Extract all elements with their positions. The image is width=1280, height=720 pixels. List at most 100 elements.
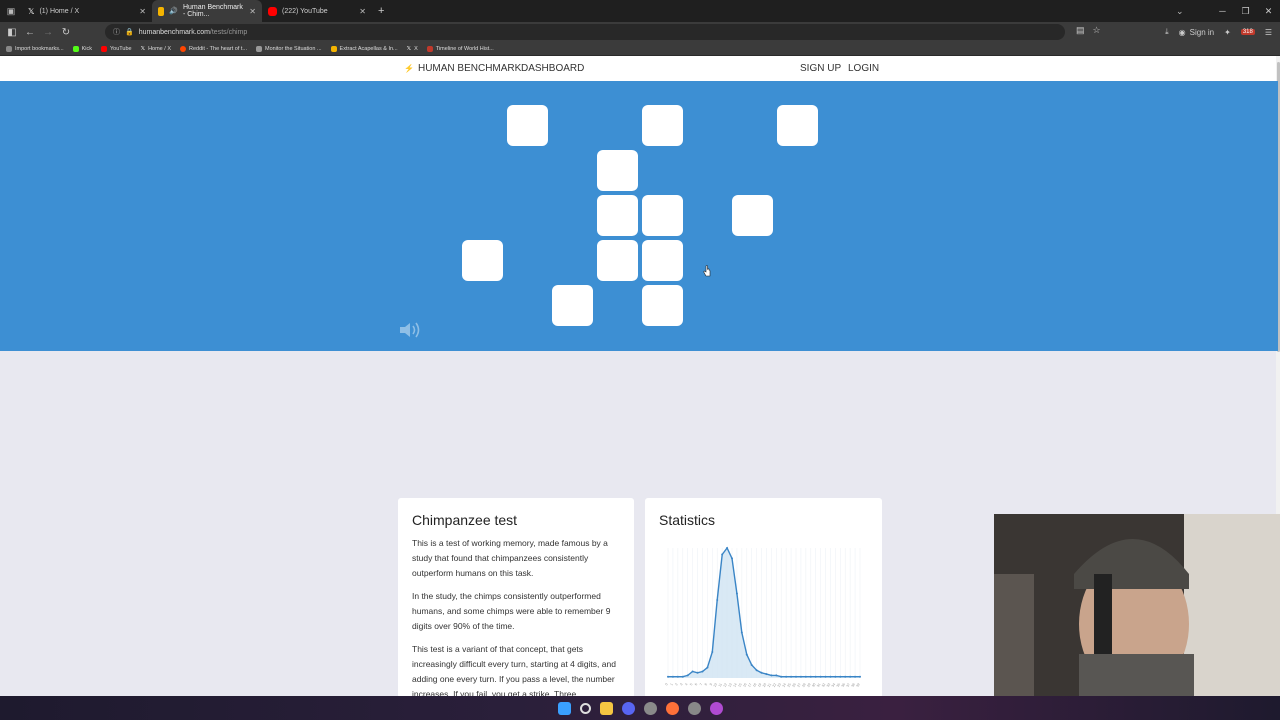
menu-icon[interactable]: ☰ <box>1265 28 1272 37</box>
data-point <box>686 674 689 677</box>
forward-icon[interactable]: → <box>39 27 57 38</box>
tab-list-chevron-icon[interactable]: ⌄ <box>1176 0 1184 22</box>
audio-icon[interactable]: 🔊 <box>169 7 178 15</box>
firefox-icon[interactable] <box>665 701 679 715</box>
tab-human-benchmark[interactable]: 🔊 Human Benchmark - Chim... ✕ <box>152 0 262 22</box>
data-point <box>814 675 817 678</box>
memory-tile[interactable] <box>552 285 593 326</box>
search-icon[interactable] <box>579 702 591 714</box>
settings-icon[interactable] <box>643 701 657 715</box>
chrome-icon[interactable] <box>687 701 701 715</box>
new-tab-button[interactable]: + <box>378 5 384 17</box>
close-window-icon[interactable]: ✕ <box>1257 0 1280 22</box>
close-icon[interactable]: ✕ <box>249 7 256 16</box>
bookmark-x[interactable]: 𝕏 X <box>407 46 418 52</box>
bookmark-label: Kick <box>81 45 92 52</box>
data-point <box>681 675 684 678</box>
bookmark-label: Reddit - The heart of t... <box>189 45 247 52</box>
close-icon[interactable]: ✕ <box>359 7 366 16</box>
data-point <box>859 675 861 678</box>
youtube-icon <box>268 6 277 16</box>
data-point <box>745 653 748 656</box>
data-point <box>849 675 852 678</box>
data-point <box>844 675 847 678</box>
tab-actions-icon[interactable]: ▣ <box>0 6 22 17</box>
back-icon[interactable]: ← <box>21 27 39 38</box>
memory-tile[interactable] <box>597 150 638 191</box>
windows-start-icon[interactable] <box>557 701 571 715</box>
site-info-icon[interactable]: ⓘ <box>113 27 120 37</box>
memory-tile[interactable] <box>462 240 503 281</box>
lightning-icon: ⚡ <box>404 64 414 73</box>
discord-icon[interactable] <box>621 701 635 715</box>
login-link[interactable]: LOGIN <box>848 63 879 74</box>
brand-link[interactable]: ⚡ HUMAN BENCHMARK <box>404 63 521 74</box>
dashboard-link[interactable]: DASHBOARD <box>521 63 584 74</box>
download-icon[interactable]: ⤓ <box>1165 27 1169 37</box>
sign-in-button[interactable]: Sign in <box>1190 28 1214 37</box>
close-icon[interactable]: ✕ <box>139 7 146 16</box>
site-header: ⚡ HUMAN BENCHMARK DASHBOARD SIGN UP LOGI… <box>0 56 1280 81</box>
obs-icon[interactable] <box>709 701 723 715</box>
memory-tile[interactable] <box>732 195 773 236</box>
memory-tile[interactable] <box>777 105 818 146</box>
info-paragraph: In the study, the chimps consistently ou… <box>412 591 611 631</box>
speaker-icon[interactable] <box>398 320 422 340</box>
data-point <box>780 675 783 678</box>
memory-tile[interactable] <box>597 195 638 236</box>
kick-icon <box>72 45 79 52</box>
data-point <box>775 674 778 677</box>
bookmark-acapellas[interactable]: Extract Acapellas & In... <box>330 45 398 52</box>
human-benchmark-icon <box>158 6 165 16</box>
bookmark-star-icon[interactable]: ☆ <box>1093 25 1101 36</box>
bookmark-label: Home / X <box>148 45 171 52</box>
bookmark-monitor[interactable]: Monitor the Situation ... <box>255 45 322 52</box>
windows-taskbar <box>0 696 1280 720</box>
info-paragraph: This test is a variant of that concept, … <box>412 644 616 699</box>
bookmark-kick[interactable]: Kick <box>72 45 92 52</box>
memory-tile[interactable] <box>642 195 683 236</box>
extension-badge[interactable]: 318 <box>1240 29 1255 35</box>
data-point <box>740 631 743 634</box>
brand-label: HUMAN BENCHMARK <box>417 63 522 74</box>
bookmark-timeline[interactable]: Timeline of World Hist... <box>426 45 494 52</box>
bookmark-x-home[interactable]: 𝕏 Home / X <box>141 46 171 52</box>
reader-mode-icon[interactable]: ▤ <box>1076 25 1085 36</box>
info-paragraph: This is a test of working memory, made f… <box>412 538 608 578</box>
browser-tab-strip: ▣ 𝕏 (1) Home / X ✕ 🔊 Human Benchmark - C… <box>0 0 1280 22</box>
statistics-title: Statistics <box>659 512 716 528</box>
reload-icon[interactable]: ↻ <box>57 27 75 38</box>
bookmark-reddit[interactable]: Reddit - The heart of t... <box>180 45 247 52</box>
restore-icon[interactable]: ❐ <box>1234 0 1257 22</box>
memory-tile[interactable] <box>642 240 683 281</box>
data-point <box>721 553 724 556</box>
bookmark-import[interactable]: Import bookmarks... <box>6 45 64 52</box>
data-point <box>726 547 729 549</box>
sign-up-link[interactable]: SIGN UP <box>800 63 841 74</box>
tab-youtube[interactable]: (222) YouTube ✕ <box>262 0 372 22</box>
sidebar-toggle-icon[interactable]: ◧ <box>3 27 21 38</box>
memory-tile[interactable] <box>507 105 548 146</box>
extensions-icon[interactable]: ✦ <box>1224 28 1231 37</box>
bookmark-label: YouTube <box>110 45 132 52</box>
data-point <box>829 675 832 678</box>
minimize-icon[interactable]: ─ <box>1211 0 1234 22</box>
window-controls: ─ ❐ ✕ <box>1211 0 1280 22</box>
data-point <box>760 671 763 674</box>
data-point <box>765 673 768 676</box>
url-host: humanbenchmark.com <box>138 28 210 36</box>
file-explorer-icon[interactable] <box>599 701 613 715</box>
bookmark-youtube[interactable]: YouTube <box>101 45 132 52</box>
url-path: /tests/chimp <box>209 28 248 36</box>
memory-tile[interactable] <box>597 240 638 281</box>
statistics-chart: 0 1 2 3 4 5 6 7 8 9 10 11 12 13 14 15 16 17 18 19 20 21 22 23 24… <box>664 546 861 688</box>
url-field[interactable]: ⓘ 🔒 humanbenchmark.com/tests/chimp <box>105 24 1065 40</box>
bookmark-label: Monitor the Situation ... <box>264 45 322 52</box>
tab-x-home[interactable]: 𝕏 (1) Home / X ✕ <box>22 0 152 22</box>
data-point <box>731 557 733 560</box>
memory-tile[interactable] <box>642 285 683 326</box>
memory-tile[interactable] <box>642 105 683 146</box>
webcam-overlay <box>994 514 1280 696</box>
chimp-test-board <box>0 81 1278 351</box>
profile-icon[interactable]: ◉ <box>1179 28 1186 37</box>
